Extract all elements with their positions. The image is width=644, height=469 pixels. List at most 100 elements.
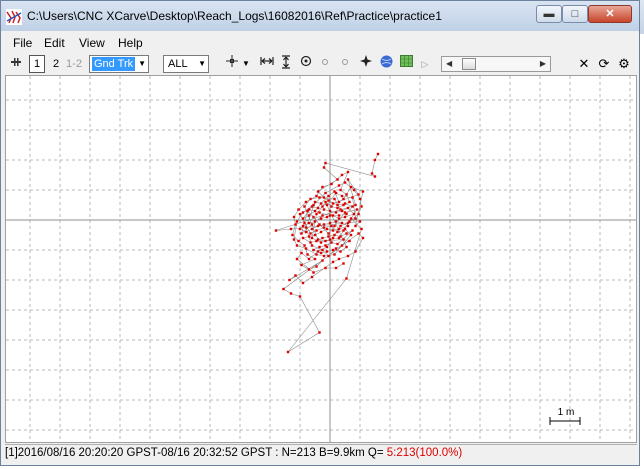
track-point [289,227,293,231]
track-point [313,220,317,223]
track-point [315,194,318,198]
track-point [325,203,329,207]
track-point [309,197,312,201]
track-point [282,287,285,291]
menu-file[interactable]: File [13,36,32,50]
track-point [337,217,341,220]
track-point [339,224,342,228]
track-point [324,200,327,204]
track-point [297,208,300,211]
show-points-icon[interactable] [319,55,331,73]
track-point [328,238,332,241]
center-origin-icon[interactable] [299,55,313,73]
chevron-down-icon: ▼ [138,59,146,68]
track-point [315,253,318,256]
menu-help[interactable]: Help [118,36,143,50]
plot-type-select[interactable]: Gnd Trk ▼ [89,55,149,73]
track-point [325,245,329,249]
track-point [343,181,347,184]
track-point [343,215,347,219]
track-point [337,257,341,261]
status-bar: [1]2016/08/16 20:20:20 GPST-08/16 20:32:… [5,444,637,463]
title-bar[interactable]: C:\Users\CNC XCarve\Desktop\Reach_Logs\1… [1,1,639,31]
track-point [327,232,330,235]
ground-track-plot[interactable]: 1 m [5,75,637,443]
show-compass-icon[interactable] [359,55,373,73]
play-icon[interactable]: ▷ [419,55,431,73]
crosshair-icon[interactable] [225,55,239,73]
slider-thumb[interactable] [462,58,476,70]
track-point [321,214,324,217]
track-point [331,260,335,264]
track-point [340,173,344,177]
track-point [315,212,318,216]
track-point [298,295,302,298]
reload-icon[interactable]: ⟳ [597,55,611,73]
track-point [319,241,323,244]
track-point [310,275,314,279]
track-point [327,235,330,238]
receiver-1-2-button[interactable]: 1-2 [65,55,83,73]
connect-icon[interactable] [8,55,24,73]
minimize-button[interactable]: ▬ [536,5,562,23]
time-slider[interactable]: ◀ ▶ [441,56,551,72]
quality-filter-value: ALL [168,58,188,70]
track-point [328,214,332,217]
track-point [343,227,347,231]
track-point [288,278,291,282]
menu-view[interactable]: View [79,36,105,50]
track-point [346,170,350,174]
track-point [291,233,294,237]
toolbar: 1 2 1-2 Gnd Trk ▼ ALL ▼ ▼ ▷ ◀ ▶ ✕ ⟳ ⚙ [5,53,637,75]
track-point [307,235,311,238]
track-point [345,277,348,280]
track-point [309,232,312,235]
track-point [342,197,345,201]
show-image-icon[interactable] [399,55,413,73]
track-point [301,211,305,214]
track-point [313,209,317,213]
track-point [318,245,321,249]
track-point [301,224,305,228]
track-point [330,182,333,186]
track-point [307,268,311,271]
track-point [351,196,354,199]
clear-icon[interactable]: ✕ [577,55,591,73]
slider-right-icon[interactable]: ▶ [540,57,546,71]
track-point [307,208,311,211]
track-point [337,236,341,240]
track-point [346,224,350,228]
track-point [286,350,290,354]
track-point [312,248,315,252]
track-point [318,196,321,199]
crosshair-dropdown-icon[interactable]: ▼ [241,55,251,73]
track-point [313,233,317,237]
track-points [274,152,380,354]
track-point [349,185,353,189]
receiver-2-button[interactable]: 2 [49,55,63,73]
gear-icon[interactable]: ⚙ [617,55,631,73]
slider-left-icon[interactable]: ◀ [446,57,452,71]
track-point [325,227,329,231]
track-point [321,205,324,208]
quality-filter-select[interactable]: ALL ▼ [163,55,209,73]
track-point [354,203,357,207]
track-point [339,250,342,253]
fit-vertical-icon[interactable] [279,55,293,73]
receiver-1-button[interactable]: 1 [29,55,45,73]
track-point [330,241,333,244]
track-point [352,212,356,216]
menu-edit[interactable]: Edit [44,36,65,50]
track-point [324,266,327,270]
fit-horizontal-icon[interactable] [259,55,275,73]
close-window-button[interactable]: ✕ [588,5,632,23]
plot-canvas[interactable]: 1 m [6,76,636,442]
scale-label: 1 m [558,407,575,418]
track-point [322,208,326,211]
track-point [348,200,351,204]
show-lines-icon[interactable] [339,55,351,73]
show-map-icon[interactable] [379,55,393,73]
track-point [324,161,327,165]
maximize-button[interactable]: □ [562,5,588,23]
track-point [301,217,305,220]
